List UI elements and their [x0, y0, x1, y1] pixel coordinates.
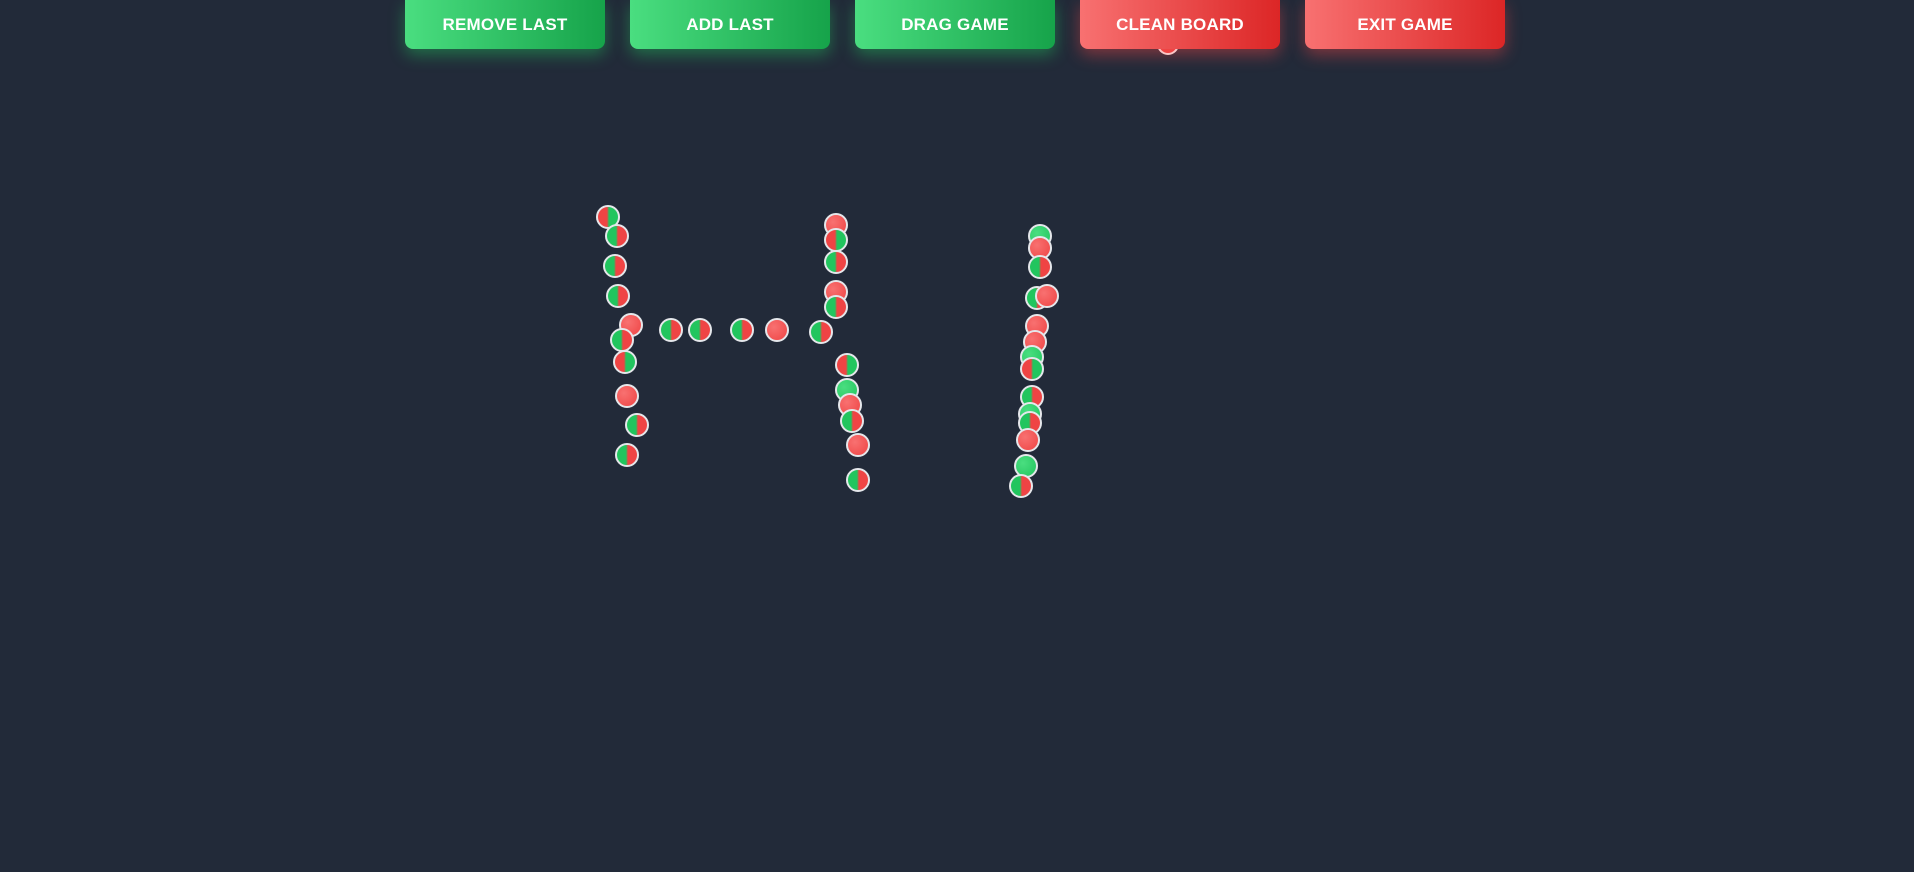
ball[interactable]	[625, 413, 649, 437]
drag-game-button[interactable]: DRAG GAME	[855, 0, 1055, 49]
ball[interactable]	[1009, 474, 1033, 498]
ball[interactable]	[1025, 314, 1049, 338]
ball[interactable]	[1020, 357, 1044, 381]
clean-board-button[interactable]: CLEAN BOARD	[1080, 0, 1280, 49]
ball[interactable]	[619, 313, 643, 337]
ball[interactable]	[659, 318, 683, 342]
ball[interactable]	[1018, 411, 1042, 435]
add-last-button[interactable]: ADD LAST	[630, 0, 830, 49]
ball[interactable]	[838, 393, 862, 417]
ball[interactable]	[824, 280, 848, 304]
ball[interactable]	[1020, 345, 1044, 369]
ball[interactable]	[809, 320, 833, 344]
ball[interactable]	[765, 318, 789, 342]
ball[interactable]	[605, 224, 629, 248]
ball[interactable]	[846, 468, 870, 492]
ball[interactable]	[835, 378, 859, 402]
ball[interactable]	[596, 205, 620, 229]
ball[interactable]	[610, 328, 634, 352]
ball[interactable]	[835, 353, 859, 377]
ball[interactable]	[1028, 224, 1052, 248]
ball[interactable]	[824, 250, 848, 274]
ball[interactable]	[1035, 284, 1059, 308]
ball[interactable]	[824, 213, 848, 237]
ball[interactable]	[1023, 330, 1047, 354]
ball[interactable]	[1016, 428, 1040, 452]
ball[interactable]	[615, 443, 639, 467]
ball[interactable]	[824, 295, 848, 319]
ball[interactable]	[1025, 286, 1049, 310]
ball[interactable]	[1020, 385, 1044, 409]
exit-game-button[interactable]: EXIT GAME	[1305, 0, 1505, 49]
ball[interactable]	[846, 433, 870, 457]
ball[interactable]	[606, 284, 630, 308]
ball-board[interactable]	[0, 0, 1914, 872]
ball[interactable]	[603, 254, 627, 278]
ball[interactable]	[840, 409, 864, 433]
game-stage[interactable]: REMOVE LAST ADD LAST DRAG GAME CLEAN BOA…	[0, 0, 1914, 872]
ball[interactable]	[688, 318, 712, 342]
ball[interactable]	[1028, 255, 1052, 279]
ball[interactable]	[824, 228, 848, 252]
ball[interactable]	[1018, 402, 1042, 426]
ball[interactable]	[615, 384, 639, 408]
ball[interactable]	[730, 318, 754, 342]
remove-last-button[interactable]: REMOVE LAST	[405, 0, 605, 49]
ball[interactable]	[613, 350, 637, 374]
ball[interactable]	[1014, 454, 1038, 478]
ball[interactable]	[1028, 236, 1052, 260]
